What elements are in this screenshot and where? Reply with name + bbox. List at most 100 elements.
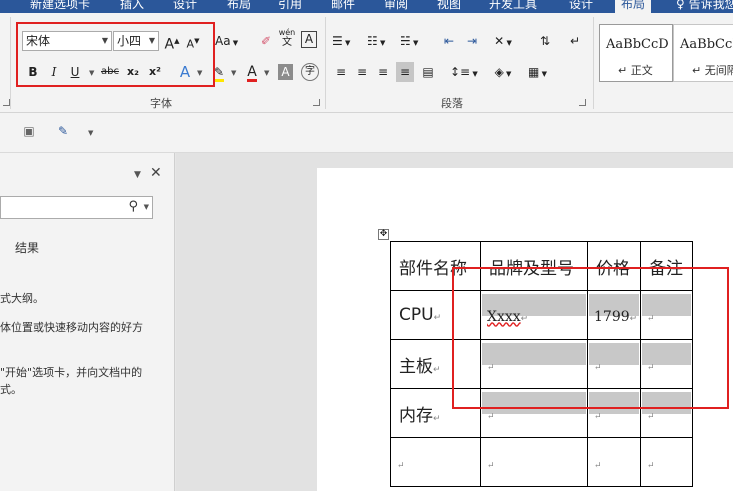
align-left-button[interactable]: ≡ (332, 62, 350, 82)
nav-help-text: 体位置或快速移动内容的好方 (0, 321, 143, 334)
table-cell[interactable]: ↵ (480, 437, 588, 487)
eraser-icon: ✐ (260, 34, 272, 48)
font-group-highlight (16, 22, 215, 87)
cell-value: 主板 (399, 356, 433, 377)
cell-value: ↵ (487, 460, 495, 471)
tab-insert[interactable]: 插入 (120, 0, 144, 12)
paragraph-dialog-launcher[interactable] (579, 99, 586, 106)
phonetic-guide-button[interactable]: wén 文 (278, 28, 296, 48)
multilevel-list-button[interactable]: ☵ ▼ (400, 31, 418, 51)
nav-help-text: 式大纲。 (0, 292, 44, 305)
close-icon[interactable]: ✕ (150, 165, 162, 181)
tell-me[interactable]: ♀ 告诉我您 (676, 0, 733, 12)
sort-button[interactable]: ⇅ (536, 31, 554, 51)
character-shading-icon: A (281, 65, 290, 79)
character-shading-button[interactable]: A (278, 64, 293, 80)
change-case-button[interactable]: Aa ▼ (215, 31, 238, 51)
chevron-down-icon[interactable]: ▼ (231, 69, 236, 77)
tab-review[interactable]: 审阅 (384, 0, 408, 12)
chevron-down-icon[interactable]: ▼ (88, 129, 93, 137)
tab-mailings[interactable]: 邮件 (331, 0, 355, 12)
character-border-button[interactable]: A (301, 31, 317, 48)
table-cell[interactable]: ↵ (587, 437, 641, 487)
borders-icon: ▦ (528, 65, 540, 79)
chevron-down-icon[interactable]: ▼ (264, 69, 269, 77)
divider (593, 17, 594, 109)
style-name: ↵ 正文 (618, 64, 653, 77)
enclose-characters-icon: 字 (305, 66, 315, 77)
font-group-label: 字体 (150, 97, 172, 110)
nav-search-input[interactable]: ⚲ ▼ (0, 196, 153, 219)
web-layout-button[interactable]: ▣ (20, 121, 38, 141)
tab-view[interactable]: 视图 (437, 0, 461, 12)
line-spacing-icon: ↕≡ (450, 65, 471, 79)
chinese-layout-icon: ✕ (494, 34, 505, 48)
ribbon-tab-bar: 新建选项卡 插入 设计 布局 引用 邮件 审阅 视图 开发工具 设计 布局 ♀ … (0, 0, 733, 13)
style-sample: AaBbCcD (606, 37, 669, 52)
search-icon[interactable]: ⚲ (128, 199, 138, 214)
multilevel-list-icon: ☵ (400, 34, 411, 48)
increase-indent-icon: ⇥ (466, 34, 478, 48)
sort-icon: ⇅ (539, 34, 551, 48)
clipboard-dialog-launcher[interactable] (3, 99, 10, 106)
nav-help-text: "开始"选项卡，并向文档中的 (0, 366, 143, 379)
highlighter-icon: ✎ (213, 65, 225, 82)
paragraph-group-label: 段落 (441, 97, 463, 110)
enclose-characters-button[interactable]: 字 (301, 63, 319, 81)
paragraph-mark-icon: ↵ (569, 34, 581, 48)
table-cell[interactable]: ↵ (390, 437, 481, 487)
show-marks-button[interactable]: ↵ (566, 31, 584, 51)
edit-icon: ✎ (57, 124, 69, 138)
cell-value: ↵ (647, 460, 655, 471)
table-cell[interactable]: ↵ (640, 437, 693, 487)
tab-layout[interactable]: 布局 (227, 0, 251, 12)
distributed-button[interactable]: ▤ (419, 62, 437, 82)
increase-indent-button[interactable]: ⇥ (463, 31, 481, 51)
cell-value: 内存 (399, 405, 433, 426)
tell-me-label: 告诉我您 (688, 0, 733, 11)
clear-format-button[interactable]: ✐ (257, 31, 275, 51)
numbered-list-icon: ☷ (367, 34, 378, 48)
chinese-layout-button[interactable]: ✕ ▼ (494, 31, 512, 51)
chevron-down-icon[interactable]: ▼ (144, 203, 149, 211)
decrease-indent-icon: ⇤ (443, 34, 455, 48)
ribbon: 宋体 ▼ 小四 ▼ A▲ A▼ Aa ▼ ✐ wén 文 A B I U ▼ ab… (0, 13, 733, 113)
font-dialog-launcher[interactable] (313, 99, 320, 106)
nav-help-text: 式。 (0, 383, 22, 396)
align-center-icon: ≡ (356, 65, 368, 79)
table-row: ↵ ↵ ↵ ↵ (390, 437, 693, 487)
tab-table-layout[interactable]: 布局 (615, 0, 652, 13)
align-right-button[interactable]: ≡ (374, 62, 392, 82)
tab-results[interactable]: 结果 (15, 239, 39, 256)
cell-value: ↵ (397, 460, 405, 471)
borders-button[interactable]: ▦ ▼ (528, 62, 547, 82)
font-color-button[interactable]: A (243, 62, 261, 82)
cell-value: CPU (399, 305, 434, 325)
bullets-button[interactable]: ☰ ▼ (332, 31, 350, 51)
style-name: ↵ 无间隔 (692, 64, 733, 77)
tab-design[interactable]: 设计 (173, 0, 197, 12)
paint-bucket-icon: ◈ (494, 65, 504, 79)
align-center-button[interactable]: ≡ (353, 62, 371, 82)
shading-button[interactable]: ◈ ▼ (494, 62, 512, 82)
numbering-button[interactable]: ☷ ▼ (367, 31, 385, 51)
edit-document-button[interactable]: ✎ (54, 121, 72, 141)
bullet-list-icon: ☰ (332, 34, 343, 48)
tab-table-design[interactable]: 设计 (569, 0, 593, 12)
pane-options-icon[interactable]: ▼ (134, 170, 141, 180)
tab-new[interactable]: 新建选项卡 (30, 0, 90, 12)
cell-value: ↵ (594, 460, 602, 471)
style-no-spacing[interactable]: AaBbCcD ↵ 无间隔 (673, 24, 733, 82)
style-sample: AaBbCcD (680, 37, 733, 52)
style-normal[interactable]: AaBbCcD ↵ 正文 (599, 24, 673, 82)
justify-button[interactable]: ≡ (396, 62, 414, 82)
decrease-indent-button[interactable]: ⇤ (440, 31, 458, 51)
line-spacing-button[interactable]: ↕≡ ▼ (450, 62, 478, 82)
change-case-icon: Aa (215, 34, 231, 48)
table-move-handle[interactable]: ✥ (378, 229, 389, 240)
calendar-clock-icon: ▣ (23, 124, 35, 138)
cell-value: ↵ (647, 411, 655, 422)
cell-value: ↵ (594, 411, 602, 422)
tab-developer[interactable]: 开发工具 (489, 0, 537, 12)
tab-references[interactable]: 引用 (278, 0, 302, 12)
